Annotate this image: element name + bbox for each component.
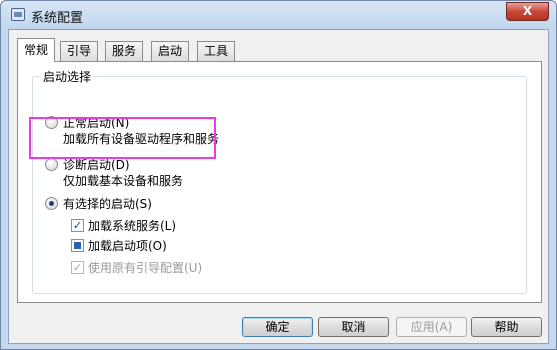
diagnostic-startup-highlight-box xyxy=(29,117,216,159)
load-startup-items-label[interactable]: 加载启动项(O) xyxy=(88,237,167,254)
tab-services[interactable]: 服务 xyxy=(105,41,144,61)
use-original-boot-config-checkbox: ✓ xyxy=(71,261,84,274)
apply-button: 应用(A) xyxy=(396,317,467,337)
load-system-services-label[interactable]: 加载系统服务(L) xyxy=(88,217,176,234)
dialog-client-area: 常规 引导 服务 启动 工具 启动选择 正常启动(N) 加载所有设备驱动程序和服… xyxy=(8,29,549,344)
startup-selection-label: 启动选择 xyxy=(40,68,95,85)
system-config-window: 系统配置 X 常规 引导 服务 启动 工具 启动选择 正常启动(N) 加载所有设… xyxy=(0,0,557,350)
load-system-services-checkbox[interactable]: ✓ xyxy=(71,219,84,232)
tab-tools[interactable]: 工具 xyxy=(197,41,236,61)
help-button[interactable]: 帮助 xyxy=(471,317,542,337)
msconfig-app-icon xyxy=(11,8,25,21)
selective-startup-label[interactable]: 有选择的启动(S) xyxy=(63,195,152,212)
selective-startup-radio[interactable] xyxy=(45,197,58,210)
title-bar[interactable]: 系统配置 X xyxy=(1,1,556,29)
diagnostic-startup-description: 仅加载基本设备和服务 xyxy=(63,174,184,188)
general-tab-panel: 启动选择 正常启动(N) 加载所有设备驱动程序和服务 诊断启动(D) 仅加载基本… xyxy=(17,61,542,303)
cancel-button[interactable]: 取消 xyxy=(318,317,389,337)
tab-startup[interactable]: 启动 xyxy=(151,41,190,61)
close-button[interactable]: X xyxy=(506,2,549,21)
window-title: 系统配置 xyxy=(31,11,84,26)
ok-button[interactable]: 确定 xyxy=(242,317,313,337)
load-startup-items-checkbox[interactable] xyxy=(71,239,84,252)
tab-boot[interactable]: 引导 xyxy=(60,41,99,61)
tab-general[interactable]: 常规 xyxy=(17,38,56,62)
diagnostic-startup-radio[interactable] xyxy=(45,158,58,171)
use-original-boot-config-label: 使用原有引导配置(U) xyxy=(88,261,203,275)
